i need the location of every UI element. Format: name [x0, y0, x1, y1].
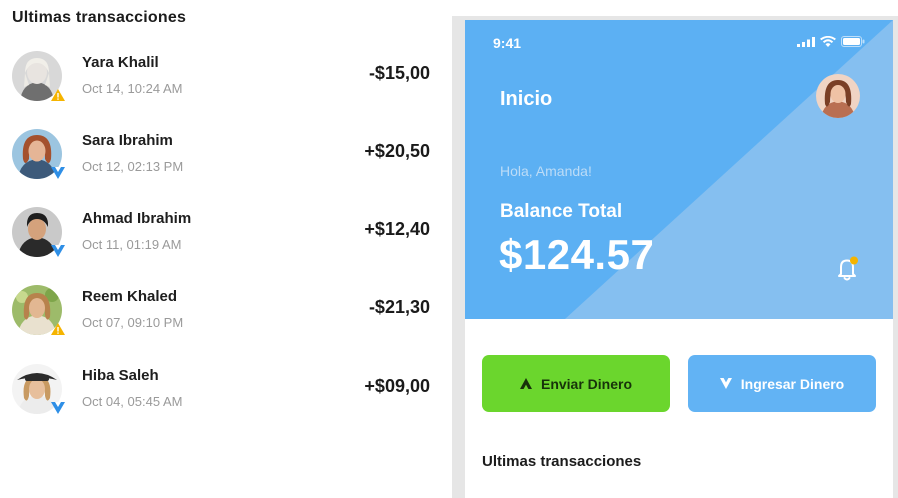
transaction-amount: -$15,00: [368, 63, 430, 83]
recent-transactions-heading: Ultimas transacciones: [482, 453, 642, 470]
transaction-amount: -$21,30: [368, 297, 430, 317]
send-arrow-icon: [519, 378, 532, 389]
transaction-amount: +$20,50: [364, 141, 430, 161]
transaction-name: Sara Ibrahim: [82, 132, 173, 149]
wifi-icon: [820, 36, 836, 47]
incoming-arrow-icon: [50, 165, 66, 181]
bell-icon[interactable]: [836, 256, 860, 282]
transactions-heading: Ultimas transacciones: [12, 9, 187, 26]
phone-mockup: 9:41 Inicio Hola, Amanda! Balance Total …: [452, 16, 898, 498]
transaction-name: Hiba Saleh: [82, 367, 159, 384]
transactions-panel: Ultimas transacciones Yara Khalil Oct 14…: [0, 0, 450, 498]
send-money-label: Enviar Dinero: [540, 375, 633, 392]
send-money-button[interactable]: Enviar Dinero: [482, 355, 670, 412]
transaction-row[interactable]: Hiba Saleh Oct 04, 05:45 AM +$09,00: [12, 364, 432, 420]
incoming-arrow-icon: [50, 243, 66, 259]
transaction-date: Oct 07, 09:10 PM: [82, 315, 184, 330]
battery-icon: [841, 36, 865, 47]
warning-icon: [50, 321, 66, 337]
transaction-date: Oct 14, 10:24 AM: [82, 81, 183, 96]
greeting-text: Hola, Amanda!: [500, 163, 592, 179]
deposit-arrow-icon: [719, 378, 732, 389]
deposit-money-label: Ingresar Dinero: [740, 375, 845, 392]
transaction-row[interactable]: Sara Ibrahim Oct 12, 02:13 PM +$20,50: [12, 129, 432, 185]
transaction-row[interactable]: Yara Khalil Oct 14, 10:24 AM -$15,00: [12, 51, 432, 107]
transaction-date: Oct 12, 02:13 PM: [82, 159, 184, 174]
warning-icon: [50, 87, 66, 103]
incoming-arrow-icon: [50, 400, 66, 416]
transaction-name: Reem Khaled: [82, 288, 178, 305]
transaction-name: Ahmad Ibrahim: [82, 210, 192, 227]
balance-amount: $124.57: [499, 231, 655, 278]
transaction-row[interactable]: Ahmad Ibrahim Oct 11, 01:19 AM +$12,40: [12, 207, 432, 263]
phone-screen: 9:41 Inicio Hola, Amanda! Balance Total …: [465, 20, 893, 498]
transaction-row[interactable]: Reem Khaled Oct 07, 09:10 PM -$21,30: [12, 285, 432, 341]
status-bar-icons: [797, 36, 865, 47]
transaction-amount: +$09,00: [364, 376, 430, 396]
status-time: 9:41: [493, 35, 522, 51]
deposit-money-button[interactable]: Ingresar Dinero: [688, 355, 876, 412]
transaction-date: Oct 04, 05:45 AM: [82, 394, 183, 409]
balance-hero: 9:41 Inicio Hola, Amanda! Balance Total …: [465, 20, 893, 319]
signal-icon: [797, 36, 815, 47]
transaction-amount: +$12,40: [364, 219, 430, 239]
transaction-name: Yara Khalil: [82, 54, 159, 71]
transaction-date: Oct 11, 01:19 AM: [82, 237, 182, 252]
page-title: Inicio: [500, 88, 553, 110]
balance-label: Balance Total: [500, 201, 623, 222]
profile-avatar[interactable]: [816, 74, 860, 118]
